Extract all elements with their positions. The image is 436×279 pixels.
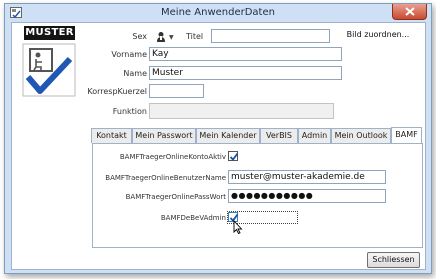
passwort-label: BAMFTraegerOnlinePassWort: [125, 193, 226, 201]
mouse-cursor-icon: [233, 220, 243, 234]
benutzername-label: BAMFTraegerOnlineBenutzerName: [105, 174, 226, 182]
tab-admin[interactable]: Admin: [298, 128, 331, 143]
person-icon[interactable]: [155, 31, 167, 43]
name-label: Name: [123, 69, 147, 78]
tab-mein-passwort[interactable]: Mein Passwort: [132, 128, 196, 143]
debev-admin-label: BAMFDeBeVAdmin: [160, 214, 226, 222]
funktion-label: Funktion: [112, 107, 147, 116]
tab-bamf[interactable]: BAMF: [391, 127, 422, 143]
titlebar[interactable]: Meine AnwenderDaten: [5, 4, 431, 22]
tab-mein-kalender[interactable]: Mein Kalender: [196, 128, 260, 143]
tab-mein-outlook[interactable]: Mein Outlook: [331, 128, 391, 143]
vorname-field[interactable]: Kay: [149, 47, 342, 61]
dialog-content: MUSTER Sex ▼ Titel Vorname Kay Name Must…: [11, 22, 426, 270]
titel-field[interactable]: [211, 29, 330, 43]
kuerzel-field[interactable]: [149, 84, 204, 98]
online-aktiv-label: BAMFTraegerOnlineKontoAktiv: [119, 153, 226, 161]
bamf-panel: BAMFTraegerOnlineKontoAktiv BAMFTraegerO…: [92, 143, 423, 248]
tab-kontakt[interactable]: Kontakt: [91, 128, 132, 143]
schliessen-button[interactable]: Schliessen: [367, 252, 420, 268]
passwort-field[interactable]: ●●●●●●●●●●●: [228, 189, 386, 203]
funktion-field[interactable]: [149, 103, 334, 119]
checkmark-icon: [229, 152, 239, 161]
name-field[interactable]: Muster: [149, 66, 342, 80]
close-icon: [405, 7, 415, 16]
benutzername-field[interactable]: muster@muster-akademie.de: [228, 170, 386, 184]
logo-graphic: [22, 43, 76, 97]
window-title: Meine AnwenderDaten: [161, 7, 275, 18]
bild-zuordnen-button[interactable]: Bild zuordnen...: [332, 28, 424, 42]
tab-verbis[interactable]: VerBIS: [260, 128, 298, 143]
dropdown-arrow-icon[interactable]: ▼: [169, 34, 174, 41]
window: Meine AnwenderDaten MUSTER Sex ▼ Titel V…: [4, 3, 432, 274]
window-close-button[interactable]: [392, 4, 427, 20]
vorname-label: Vorname: [111, 50, 147, 59]
online-aktiv-checkbox[interactable]: [228, 151, 239, 161]
logo-text: MUSTER: [24, 26, 75, 40]
sex-label: Sex: [132, 32, 147, 41]
titel-label: Titel: [186, 32, 204, 41]
kuerzel-label: KorrespKuerzel: [87, 87, 147, 96]
